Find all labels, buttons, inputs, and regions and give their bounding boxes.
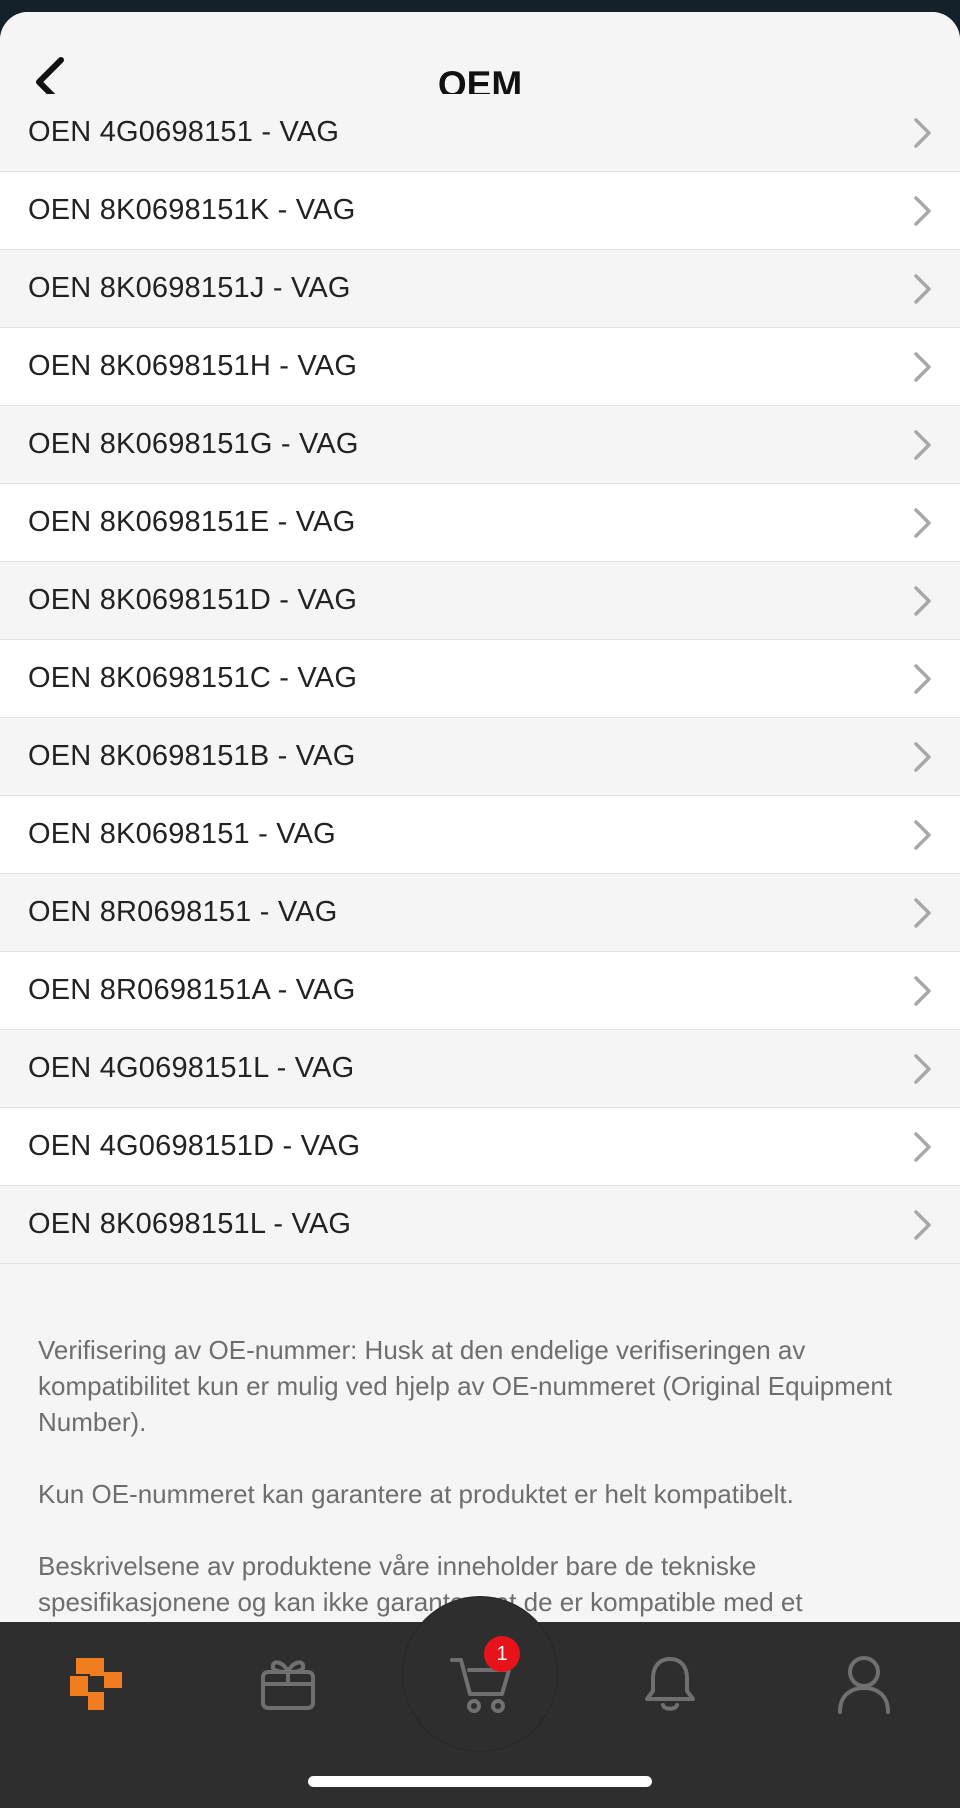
tab-notifications[interactable] xyxy=(630,1644,710,1724)
tab-home[interactable] xyxy=(56,1644,136,1724)
list-item-label: OEN 8K0698151G - VAG xyxy=(28,428,359,460)
disclaimer-paragraph-2: Kun OE-nummeret kan garantere at produkt… xyxy=(38,1479,794,1509)
chevron-right-icon xyxy=(914,117,931,148)
list-item-label: OEN 8K0698151D - VAG xyxy=(28,584,358,616)
list-item[interactable]: OEN 8K0698151C - VAG xyxy=(0,640,960,718)
cart-badge: 1 xyxy=(484,1636,520,1672)
chevron-right-icon xyxy=(914,195,931,226)
list-item-label: OEN 8K0698151L - VAG xyxy=(28,1208,352,1240)
oem-list: OEN 4G0698151 - VAG OEN 8K0698151K - VAG O… xyxy=(0,94,960,1264)
list-item-label: OEN 8K0698151J - VAG xyxy=(28,272,351,304)
list-item[interactable]: OEN 8R0698151A - VAG xyxy=(0,952,960,1030)
gift-icon xyxy=(261,1660,315,1710)
disclaimer-paragraph-1: Verifisering av OE-nummer: Husk at den e… xyxy=(38,1335,893,1437)
list-item-label: OEN 8R0698151 - VAG xyxy=(28,896,338,928)
chevron-right-icon xyxy=(914,1131,931,1162)
list-item-label: OEN 8K0698151B - VAG xyxy=(28,740,356,772)
list-item-label: OEN 8K0698151 - VAG xyxy=(28,818,336,850)
list-item[interactable]: OEN 4G0698151L - VAG xyxy=(0,1030,960,1108)
list-item[interactable]: OEN 8K0698151D - VAG xyxy=(0,562,960,640)
list-item-label: OEN 8K0698151C - VAG xyxy=(28,662,358,694)
list-item[interactable]: OEN 8K0698151H - VAG xyxy=(0,328,960,406)
chevron-right-icon xyxy=(914,1209,931,1240)
bell-icon xyxy=(645,1657,695,1711)
list-item-label: OEN 4G0698151D - VAG xyxy=(28,1130,361,1162)
list-item[interactable]: OEN 4G0698151D - VAG xyxy=(0,1108,960,1186)
list-item-label: OEN 4G0698151L - VAG xyxy=(28,1052,355,1084)
chevron-right-icon xyxy=(914,663,931,694)
list-item-label: OEN 8R0698151A - VAG xyxy=(28,974,356,1006)
chevron-right-icon xyxy=(914,819,931,850)
tab-offers[interactable] xyxy=(248,1644,328,1724)
list-item-label: OEN 8K0698151K - VAG xyxy=(28,194,356,226)
chevron-right-icon xyxy=(914,1053,931,1084)
modal-sheet: OEM OEN 4G0698151 - VAG OEN 8K0698151K - … xyxy=(0,12,960,1808)
list-item-label: OEN 4G0698151 - VAG xyxy=(28,116,340,148)
list-item[interactable]: OEN 8K0698151G - VAG xyxy=(0,406,960,484)
list-item[interactable]: OEN 8R0698151 - VAG xyxy=(0,874,960,952)
chevron-right-icon xyxy=(914,507,931,538)
chevron-right-icon xyxy=(914,741,931,772)
list-item-label: OEN 8K0698151E - VAG xyxy=(28,506,356,538)
list-item[interactable]: OEN 8K0698151J - VAG xyxy=(0,250,960,328)
list-item[interactable]: OEN 4G0698151 - VAG xyxy=(0,94,960,172)
chevron-right-icon xyxy=(914,897,931,928)
chevron-right-icon xyxy=(914,273,931,304)
list-item[interactable]: OEN 8K0698151 - VAG xyxy=(0,796,960,874)
home-indicator xyxy=(308,1776,652,1787)
list-item-label: OEN 8K0698151H - VAG xyxy=(28,350,358,382)
chevron-right-icon xyxy=(914,351,931,382)
logo-icon xyxy=(70,1658,122,1710)
list-item[interactable]: OEN 8K0698151B - VAG xyxy=(0,718,960,796)
chevron-right-icon xyxy=(914,585,931,616)
chevron-right-icon xyxy=(914,429,931,460)
tab-profile[interactable] xyxy=(824,1644,904,1724)
list-item[interactable]: OEN 8K0698151E - VAG xyxy=(0,484,960,562)
list-item[interactable]: OEN 8K0698151K - VAG xyxy=(0,172,960,250)
user-icon xyxy=(838,1656,890,1714)
chevron-right-icon xyxy=(914,975,931,1006)
list-item[interactable]: OEN 8K0698151L - VAG xyxy=(0,1186,960,1264)
